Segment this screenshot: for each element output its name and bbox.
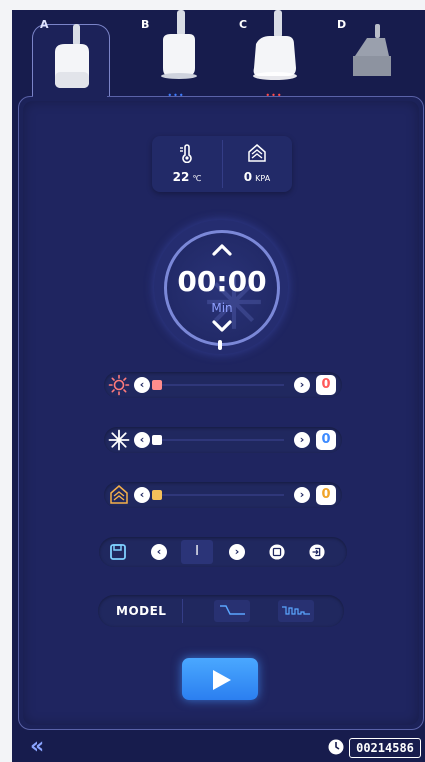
control-panel-inner: [23, 101, 419, 725]
preset-next-button[interactable]: ›: [229, 544, 245, 560]
pressure-unit: KPA: [255, 174, 271, 183]
preset-number: I: [181, 540, 213, 564]
timer-dial: 00:00 Min: [154, 220, 288, 354]
cold-slider-thumb[interactable]: [152, 435, 162, 445]
timer-ring: 00:00 Min: [164, 230, 280, 346]
preset-prev-button[interactable]: ‹: [151, 544, 167, 560]
timer-down-button[interactable]: [211, 319, 233, 333]
tab-handpiece-d[interactable]: D: [332, 10, 412, 102]
cold-track[interactable]: [152, 435, 284, 445]
save-small-icon[interactable]: [269, 544, 285, 560]
vacuum-track[interactable]: [152, 490, 284, 500]
heat-slider-thumb[interactable]: [152, 380, 162, 390]
model-divider: [182, 599, 183, 623]
pulse-wave-button[interactable]: [278, 600, 314, 622]
model-label: MODEL: [116, 604, 167, 618]
serial-number: 00214586: [349, 738, 421, 758]
step-wave-button[interactable]: [214, 600, 250, 622]
save-icon[interactable]: [109, 543, 127, 561]
vacuum-increase-button[interactable]: ›: [294, 487, 310, 503]
timer-time: 00:00: [177, 265, 267, 298]
pressure-number: 0: [243, 170, 253, 184]
vacuum-pressure-icon: [248, 144, 266, 162]
temperature-number: 22: [172, 170, 190, 184]
timer-up-button[interactable]: [211, 243, 233, 257]
temperature-unit: ℃: [192, 174, 202, 183]
model-selector: MODEL: [98, 595, 344, 627]
clock-icon: [328, 739, 344, 755]
tab-handpiece-c[interactable]: C •••: [234, 10, 314, 102]
timer-indicator: [218, 340, 222, 350]
tab-label: D: [337, 18, 347, 31]
vacuum-decrease-button[interactable]: ‹: [134, 487, 150, 503]
handpiece-tabs: A B ••• C •••: [12, 10, 425, 111]
heat-increase-button[interactable]: ›: [294, 377, 310, 393]
cold-value: 0: [316, 430, 336, 450]
cold-increase-button[interactable]: ›: [294, 432, 310, 448]
tab-handpiece-a[interactable]: A: [30, 10, 110, 102]
handpiece-c-icon: [253, 10, 297, 80]
app-root: A B ••• C •••: [12, 10, 425, 762]
sun-icon: [108, 374, 130, 396]
handpiece-b-icon: [161, 10, 197, 79]
heat-decrease-button[interactable]: ‹: [134, 377, 150, 393]
pressure-value: 0 KPA: [222, 170, 292, 184]
pulse-wave-icon: [282, 606, 310, 615]
preset-row: ‹ I ›: [99, 537, 347, 567]
temperature-value: 22 ℃: [152, 170, 222, 184]
back-button[interactable]: «: [30, 736, 44, 758]
play-button[interactable]: [182, 658, 258, 700]
pressure-readout: 0 KPA: [222, 136, 292, 192]
handpiece-d-icon: [353, 24, 391, 76]
vacuum-icon: [110, 485, 128, 504]
timer-unit: Min: [211, 301, 233, 315]
vacuum-slider: ‹ › 0: [104, 482, 342, 508]
heat-slider: ‹ › 0: [104, 372, 342, 398]
tab-connector: [33, 95, 107, 98]
play-icon: [213, 670, 231, 690]
export-icon[interactable]: [309, 544, 325, 560]
cold-decrease-button[interactable]: ‹: [134, 432, 150, 448]
thermometer-icon: [180, 144, 192, 163]
heat-track[interactable]: [152, 380, 284, 390]
temperature-readout: 22 ℃: [152, 136, 222, 192]
handpiece-a-icon: [55, 24, 89, 88]
cold-slider: ‹ › 0: [104, 427, 342, 453]
snowflake-icon: [108, 429, 130, 451]
status-readout: 22 ℃ 0 KPA: [152, 136, 292, 192]
vacuum-value: 0: [316, 485, 336, 505]
tab-label: B: [141, 18, 150, 31]
heat-value: 0: [316, 375, 336, 395]
vacuum-slider-thumb[interactable]: [152, 490, 162, 500]
tab-handpiece-b[interactable]: B •••: [136, 10, 216, 102]
step-wave-icon: [220, 605, 245, 615]
